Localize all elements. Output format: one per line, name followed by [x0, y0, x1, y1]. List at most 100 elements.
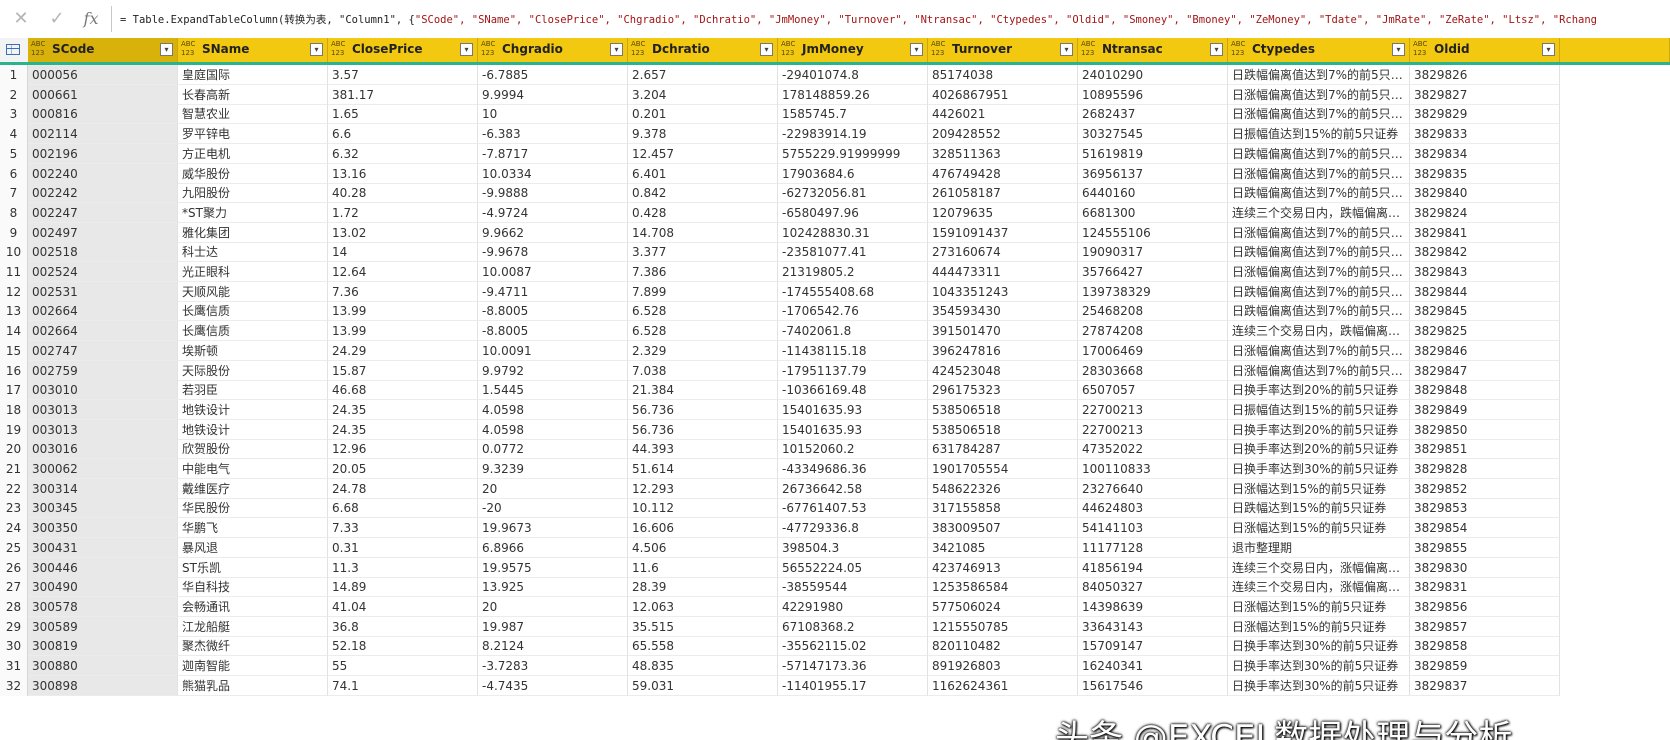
table-row[interactable]: 32 300898 熊猫乳品 74.1 -4.7435 59.031 -11401955.1… [0, 675, 1670, 696]
cell-scode[interactable]: 300490 [28, 577, 178, 598]
cell-ctypedes[interactable]: 日涨幅偏离值达到7%的前5只证券 [1228, 104, 1410, 125]
cell-ctypedes[interactable]: 日换手率达到20%的前5只证券 [1228, 419, 1410, 440]
cell-ctypedes[interactable]: 日涨幅偏离值达到7%的前5只证券 [1228, 84, 1410, 105]
cell-ntransac[interactable]: 22700213 [1078, 399, 1228, 420]
cell-oldid[interactable]: 3829855 [1410, 537, 1560, 558]
cell-jmmoney[interactable]: 67108368.2 [778, 616, 928, 637]
cell-ctypedes[interactable]: 日换手率达到20%的前5只证券 [1228, 380, 1410, 401]
cell-ntransac[interactable]: 16240341 [1078, 656, 1228, 676]
row-number[interactable]: 19 [0, 419, 28, 440]
cell-closeprice[interactable]: 24.29 [328, 340, 478, 361]
cell-oldid[interactable]: 3829845 [1410, 301, 1560, 322]
row-number[interactable]: 1 [0, 65, 28, 85]
cell-jmmoney[interactable]: -57147173.36 [778, 656, 928, 676]
cell-chgradio[interactable]: 13.925 [478, 577, 628, 598]
cell-ctypedes[interactable]: 连续三个交易日内，跌幅偏离值累计达到12%的ST证券、*ST证券 [1228, 202, 1410, 223]
cell-closeprice[interactable]: 0.31 [328, 537, 478, 558]
cell-closeprice[interactable]: 6.6 [328, 124, 478, 145]
cell-dchratio[interactable]: 12.457 [628, 143, 778, 164]
cell-sname[interactable]: 九阳股份 [178, 183, 328, 204]
row-number[interactable]: 18 [0, 399, 28, 420]
cell-turnover[interactable]: 261058187 [928, 183, 1078, 204]
cell-scode[interactable]: 002242 [28, 183, 178, 204]
cell-turnover[interactable]: 820110482 [928, 636, 1078, 657]
cell-turnover[interactable]: 383009507 [928, 518, 1078, 539]
cell-scode[interactable]: 002531 [28, 281, 178, 302]
cell-ntransac[interactable]: 33643143 [1078, 616, 1228, 637]
row-number[interactable]: 28 [0, 596, 28, 617]
cell-chgradio[interactable]: 19.987 [478, 616, 628, 637]
cell-ntransac[interactable]: 35766427 [1078, 262, 1228, 282]
table-row[interactable]: 5 002196 方正电机 6.32 -7.8717 12.457 5755229.9199… [0, 143, 1670, 164]
filter-dropdown-icon[interactable]: ▾ [460, 43, 473, 56]
cell-oldid[interactable]: 3829841 [1410, 222, 1560, 243]
cell-ctypedes[interactable]: 日跌幅偏离值达到7%的前5只证券 [1228, 301, 1410, 322]
cell-scode[interactable]: 300589 [28, 616, 178, 637]
cell-dchratio[interactable]: 3.204 [628, 84, 778, 105]
cell-dchratio[interactable]: 0.201 [628, 104, 778, 125]
cell-chgradio[interactable]: 10.0087 [478, 262, 628, 282]
cell-scode[interactable]: 300350 [28, 518, 178, 539]
cell-oldid[interactable]: 3829853 [1410, 498, 1560, 519]
cell-scode[interactable]: 002664 [28, 301, 178, 322]
cell-jmmoney[interactable]: -38559544 [778, 577, 928, 598]
cell-ctypedes[interactable]: 日换手率达到30%的前5只证券 [1228, 656, 1410, 676]
cell-turnover[interactable]: 12079635 [928, 202, 1078, 223]
cell-oldid[interactable]: 3829825 [1410, 321, 1560, 342]
row-number[interactable]: 29 [0, 616, 28, 637]
row-number[interactable]: 9 [0, 222, 28, 243]
cell-chgradio[interactable]: -8.8005 [478, 321, 628, 342]
cell-turnover[interactable]: 891926803 [928, 656, 1078, 676]
filter-dropdown-icon[interactable]: ▾ [610, 43, 623, 56]
table-row[interactable]: 31 300880 迦南智能 55 -3.7283 48.835 -57147173.36 8… [0, 656, 1670, 676]
cell-chgradio[interactable]: 19.9575 [478, 557, 628, 578]
cell-oldid[interactable]: 3829858 [1410, 636, 1560, 657]
cell-dchratio[interactable]: 56.736 [628, 399, 778, 420]
cell-ntransac[interactable]: 100110833 [1078, 459, 1228, 479]
cell-sname[interactable]: *ST聚力 [178, 202, 328, 223]
cell-sname[interactable]: 若羽臣 [178, 380, 328, 401]
cell-sname[interactable]: 地铁设计 [178, 419, 328, 440]
cell-jmmoney[interactable]: -174555408.68 [778, 281, 928, 302]
cell-dchratio[interactable]: 4.506 [628, 537, 778, 558]
cell-closeprice[interactable]: 12.96 [328, 439, 478, 460]
cell-chgradio[interactable]: 8.2124 [478, 636, 628, 657]
column-header-turnover[interactable]: ABC 123 Turnover ▾ [928, 38, 1078, 62]
cell-oldid[interactable]: 3829834 [1410, 143, 1560, 164]
table-row[interactable]: 16 002759 天际股份 15.87 9.9792 7.038 -17951137.79… [0, 360, 1670, 381]
table-row[interactable]: 27 300490 华自科技 14.89 13.925 28.39 -38559544 125… [0, 577, 1670, 598]
cell-closeprice[interactable]: 11.3 [328, 557, 478, 578]
cell-ntransac[interactable]: 30327545 [1078, 124, 1228, 145]
cell-jmmoney[interactable]: 17903684.6 [778, 163, 928, 184]
cell-scode[interactable]: 002196 [28, 143, 178, 164]
filter-dropdown-icon[interactable]: ▾ [760, 43, 773, 56]
cell-ctypedes[interactable]: 日涨幅偏离值达到7%的前5只证券 [1228, 222, 1410, 243]
column-header-ntransac[interactable]: ABC 123 Ntransac ▾ [1078, 38, 1228, 62]
filter-dropdown-icon[interactable]: ▾ [910, 43, 923, 56]
cell-turnover[interactable]: 317155858 [928, 498, 1078, 519]
cell-oldid[interactable]: 3829833 [1410, 124, 1560, 145]
filter-dropdown-icon[interactable]: ▾ [310, 43, 323, 56]
cell-chgradio[interactable]: 19.9673 [478, 518, 628, 539]
cell-chgradio[interactable]: 10.0091 [478, 340, 628, 361]
row-number[interactable]: 15 [0, 340, 28, 361]
cell-oldid[interactable]: 3829829 [1410, 104, 1560, 125]
cell-scode[interactable]: 300062 [28, 459, 178, 479]
cell-scode[interactable]: 002240 [28, 163, 178, 184]
cell-sname[interactable]: 方正电机 [178, 143, 328, 164]
cell-turnover[interactable]: 4026867951 [928, 84, 1078, 105]
cell-dchratio[interactable]: 2.329 [628, 340, 778, 361]
cell-sname[interactable]: 智慧农业 [178, 104, 328, 125]
cell-chgradio[interactable]: -9.9888 [478, 183, 628, 204]
cell-turnover[interactable]: 548622326 [928, 478, 1078, 499]
cell-oldid[interactable]: 3829842 [1410, 242, 1560, 263]
cell-scode[interactable]: 300314 [28, 478, 178, 499]
cell-ctypedes[interactable]: 日跌幅达到15%的前5只证券 [1228, 498, 1410, 519]
formula-input[interactable]: = Table.ExpandTableColumn(转换为表, "Column1… [120, 11, 1665, 29]
cell-dchratio[interactable]: 14.708 [628, 222, 778, 243]
type-any-icon[interactable]: ABC 123 [1081, 40, 1099, 58]
cell-scode[interactable]: 003016 [28, 439, 178, 460]
cell-oldid[interactable]: 3829857 [1410, 616, 1560, 637]
cell-dchratio[interactable]: 9.378 [628, 124, 778, 145]
cell-sname[interactable]: 长春高新 [178, 84, 328, 105]
